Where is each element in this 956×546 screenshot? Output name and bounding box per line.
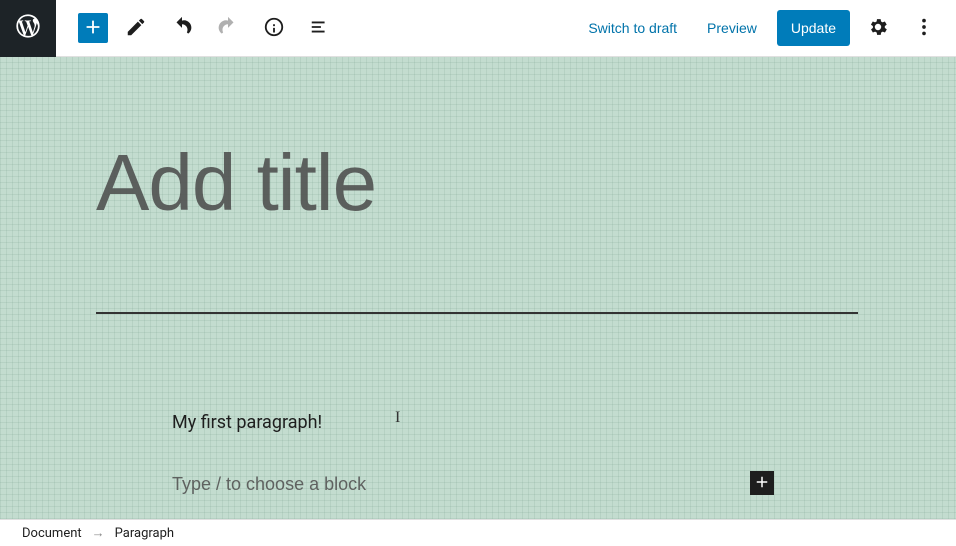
update-button[interactable]: Update [777,10,850,46]
add-block-button[interactable] [78,13,108,43]
editor-canvas: My first paragraph! I [0,57,956,519]
block-appender-input[interactable] [172,474,774,495]
info-icon [263,16,285,41]
gear-icon [867,16,889,41]
outline-button[interactable] [302,10,338,46]
chevron-right-icon: → [92,525,105,541]
settings-button[interactable] [860,10,896,46]
plus-icon [82,16,104,41]
redo-button[interactable] [210,10,246,46]
switch-to-draft-button[interactable]: Switch to draft [578,12,687,44]
tools-button[interactable] [118,10,154,46]
block-appender-add-button[interactable] [750,471,774,495]
undo-icon [171,16,193,41]
plus-icon [753,473,771,494]
post-title-input[interactable] [96,137,858,229]
wordpress-logo[interactable] [0,0,56,57]
redo-icon [217,16,239,41]
pencil-icon [125,16,147,41]
list-view-icon [309,16,331,41]
breadcrumb: Document → Paragraph [0,519,956,546]
more-vertical-icon [913,16,935,41]
title-underline [96,312,858,314]
options-button[interactable] [906,10,942,46]
paragraph-block[interactable]: My first paragraph! [172,412,322,433]
text-cursor-icon: I [395,409,400,427]
details-button[interactable] [256,10,292,46]
breadcrumb-current[interactable]: Paragraph [115,526,174,541]
wordpress-icon [14,12,42,44]
breadcrumb-root[interactable]: Document [22,526,82,541]
editor-toolbar: Switch to draft Preview Update [0,0,956,57]
preview-button[interactable]: Preview [697,12,767,44]
undo-button[interactable] [164,10,200,46]
